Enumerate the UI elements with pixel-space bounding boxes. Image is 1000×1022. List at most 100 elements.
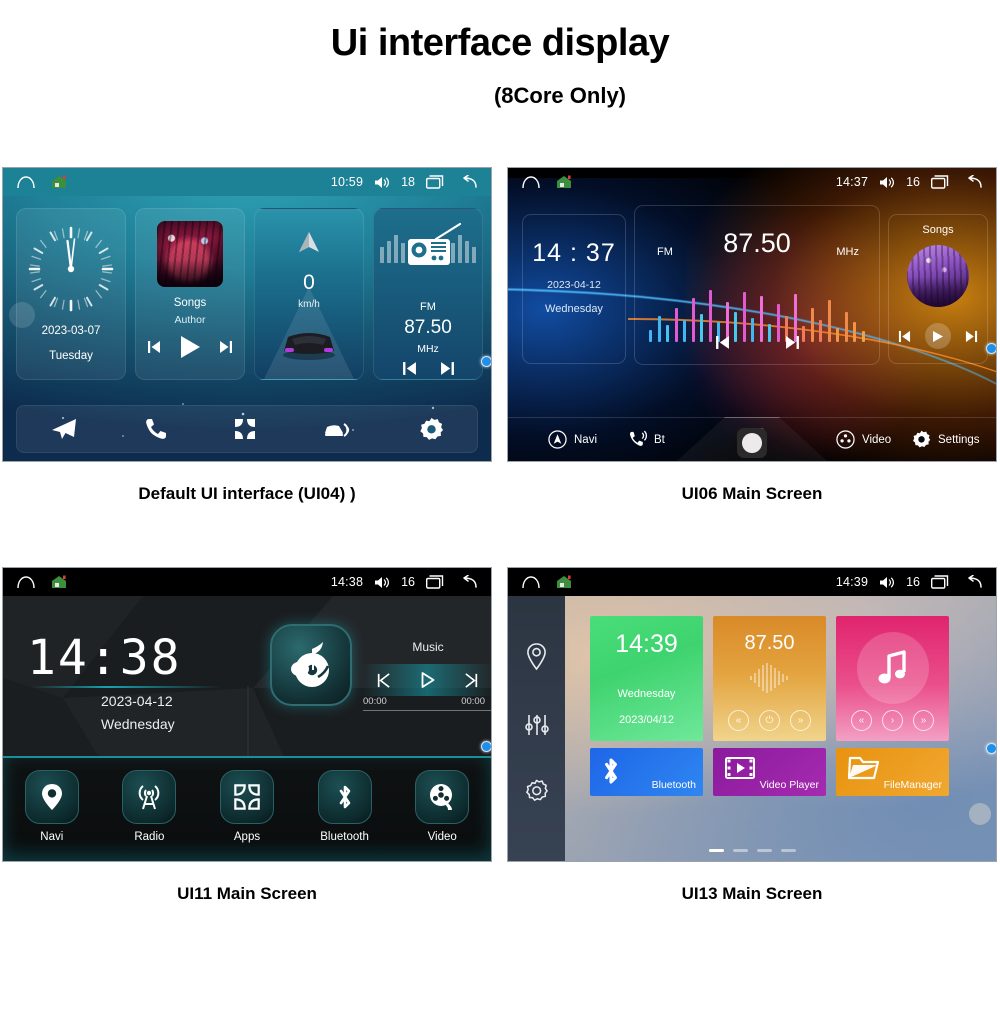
back-icon[interactable] xyxy=(961,175,982,189)
home-button-icon[interactable] xyxy=(737,428,767,458)
page-subtitle: (8Core Only) xyxy=(493,83,627,108)
next-track-icon[interactable] xyxy=(463,672,480,689)
dock-item-navi[interactable]: Navi xyxy=(17,770,87,843)
house-app-icon[interactable] xyxy=(556,575,572,589)
home-outline-icon[interactable] xyxy=(522,175,540,189)
paper-plane-icon[interactable] xyxy=(50,417,78,441)
tile-radio[interactable]: 87.50 « ⏻ » xyxy=(713,616,826,741)
next-station-icon[interactable] xyxy=(440,361,455,376)
tile-clock[interactable]: 14:39 Wednesday 2023/04/12 xyxy=(590,616,703,741)
music-widget-ui06[interactable]: Songs xyxy=(888,214,988,364)
left-side-button[interactable] xyxy=(9,301,35,328)
home-outline-icon[interactable] xyxy=(522,575,540,589)
volume-icon[interactable] xyxy=(374,576,390,589)
back-icon[interactable] xyxy=(456,175,477,189)
music-total: 00:00 xyxy=(461,696,485,707)
recents-icon[interactable] xyxy=(426,575,445,589)
gear-icon[interactable] xyxy=(419,417,444,442)
back-icon[interactable] xyxy=(961,575,982,589)
tile-video-player[interactable]: Video Player xyxy=(713,748,826,796)
play-icon[interactable] xyxy=(925,323,951,349)
right-scroll-knob[interactable] xyxy=(986,743,996,754)
next-station-icon[interactable] xyxy=(785,335,800,350)
clock-time: 14:38 xyxy=(27,630,182,686)
fast-forward-icon[interactable]: » xyxy=(790,710,811,731)
home-outline-icon[interactable] xyxy=(17,175,35,189)
tile-label-file-manager: FileManager xyxy=(883,779,942,791)
previous-track-icon[interactable] xyxy=(898,330,911,343)
right-side-button[interactable] xyxy=(969,803,991,825)
fast-forward-icon[interactable]: » xyxy=(913,710,934,731)
play-icon[interactable] xyxy=(179,335,201,359)
car-link-icon[interactable] xyxy=(323,418,353,440)
home-outline-icon[interactable] xyxy=(17,575,35,589)
apps-grid-icon[interactable] xyxy=(233,417,257,441)
right-scroll-knob[interactable] xyxy=(481,356,491,367)
gear-outline-icon[interactable] xyxy=(523,778,550,805)
waveform-icon xyxy=(749,663,788,693)
power-icon[interactable]: ⏻ xyxy=(759,710,780,731)
tile-music-controls: « › » xyxy=(836,710,949,731)
statusbar-time: 10:59 xyxy=(330,175,364,189)
dock-item-video[interactable]: Video xyxy=(407,770,477,843)
dock-ui04 xyxy=(16,405,478,453)
tile-radio-frequency: 87.50 xyxy=(744,632,795,654)
navigation-widget-ui04[interactable]: 0 km/h xyxy=(254,208,364,380)
caption-ui11: UI11 Main Screen xyxy=(177,884,317,903)
house-app-icon[interactable] xyxy=(51,175,67,189)
tile-file-manager[interactable]: FileManager xyxy=(836,748,949,796)
radio-widget-ui06[interactable]: 87.50 FM MHz xyxy=(634,205,880,365)
music-elapsed: 00:00 xyxy=(363,696,387,707)
previous-track-icon[interactable] xyxy=(147,340,161,354)
analog-clock-icon xyxy=(25,223,117,320)
volume-icon[interactable] xyxy=(374,176,390,189)
page-indicator[interactable] xyxy=(508,849,996,852)
clock-widget-ui04[interactable]: 2023-03-07 Tuesday xyxy=(16,208,126,380)
navbar-item-settings[interactable]: Settings xyxy=(912,430,980,449)
music-note-disc-icon[interactable] xyxy=(270,624,352,706)
rewind-icon[interactable]: « xyxy=(728,710,749,731)
tile-music[interactable]: « › » xyxy=(836,616,949,741)
previous-station-icon[interactable] xyxy=(402,361,417,376)
right-scroll-knob[interactable] xyxy=(986,343,996,354)
statusbar-volume-level: 16 xyxy=(401,575,415,589)
map-pin-outline-icon[interactable] xyxy=(524,642,549,672)
back-icon[interactable] xyxy=(456,575,477,589)
rewind-icon[interactable]: « xyxy=(851,710,872,731)
screen-ui11[interactable]: 14:38 16 14:38 2023-04-12 Wednesday Musi… xyxy=(2,567,492,862)
volume-icon[interactable] xyxy=(879,576,895,589)
navbar-item-bt[interactable]: Bt xyxy=(628,430,665,449)
house-app-icon[interactable] xyxy=(51,575,67,589)
sliders-icon[interactable] xyxy=(524,712,550,738)
dock-item-apps[interactable]: Apps xyxy=(212,770,282,843)
clock-day: Tuesday xyxy=(49,350,93,362)
music-progress-bar[interactable] xyxy=(363,710,491,711)
volume-icon[interactable] xyxy=(879,176,895,189)
phone-icon[interactable] xyxy=(144,417,168,441)
house-app-icon[interactable] xyxy=(556,175,572,189)
radio-widget-ui04[interactable]: FM 87.50 MHz xyxy=(373,208,483,380)
screen-ui04[interactable]: 10:59 18 2023-03-07 Tuesday Songs Author… xyxy=(2,167,492,462)
next-track-icon[interactable] xyxy=(219,340,233,354)
tile-clock-day: Wednesday xyxy=(617,688,676,700)
recents-icon[interactable] xyxy=(426,175,445,189)
navbar-item-video[interactable]: Video xyxy=(836,430,891,449)
dock-item-bluetooth[interactable]: Bluetooth xyxy=(310,770,380,843)
radio-unit: MHz xyxy=(836,246,859,258)
radio-controls xyxy=(374,361,482,376)
screen-ui06[interactable]: 14:37 16 14: 37 2023-04-12 Wednesday 87… xyxy=(507,167,997,462)
navbar-item-navi[interactable]: Navi xyxy=(548,430,597,449)
screen-ui13[interactable]: 14:39 16 14:39 Wednesday 2023/04/12 87.5… xyxy=(507,567,997,862)
music-widget-ui04[interactable]: Songs Author xyxy=(135,208,245,380)
clock-widget-ui06[interactable]: 14 : 37 2023-04-12 Wednesday xyxy=(522,214,626,364)
play-icon[interactable] xyxy=(419,671,436,689)
tile-bluetooth[interactable]: Bluetooth xyxy=(590,748,703,796)
recents-icon[interactable] xyxy=(931,175,950,189)
play-icon[interactable]: › xyxy=(882,710,903,731)
recents-icon[interactable] xyxy=(931,575,950,589)
dock-item-radio[interactable]: Radio xyxy=(114,770,184,843)
previous-track-icon[interactable] xyxy=(375,672,392,689)
previous-station-icon[interactable] xyxy=(715,335,730,350)
next-track-icon[interactable] xyxy=(965,330,978,343)
right-scroll-knob[interactable] xyxy=(481,741,491,752)
